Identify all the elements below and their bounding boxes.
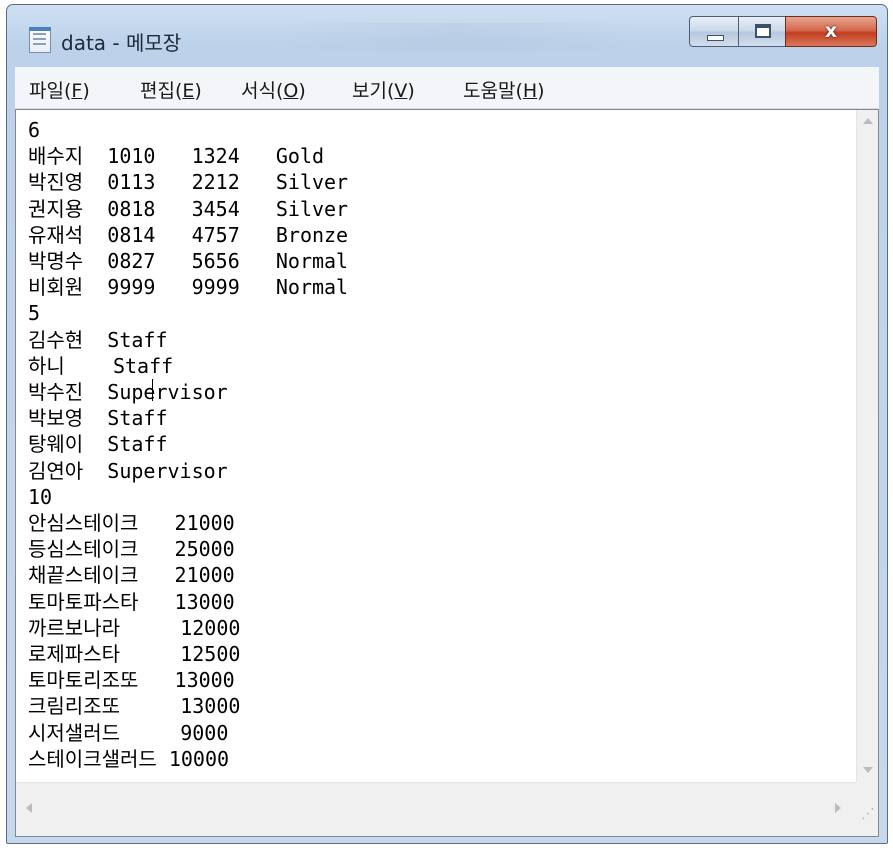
scroll-down-arrow-icon[interactable] [863,767,873,773]
close-icon: x [824,20,838,42]
menu-edit-accelerator: E [182,80,195,102]
minimize-button[interactable] [689,16,739,47]
text-caret [152,379,153,401]
menu-format-accelerator: O [283,80,299,102]
text-editor[interactable]: 6 배수지 1010 1324 Gold 박진영 0113 2212 Silve… [15,109,879,837]
scroll-up-arrow-icon[interactable] [863,118,873,124]
title-bar-glass [267,23,647,51]
resize-grip-icon[interactable] [856,782,878,836]
close-button[interactable]: x [785,16,877,47]
menu-view-label: 보기( [352,80,395,102]
menu-edit-label: 편집( [140,80,183,102]
menu-help-label: 도움말( [463,80,523,102]
title-bar[interactable]: data - 메모장 x [7,5,887,67]
menu-file-accelerator: F [71,80,83,102]
menu-bar: 파일(F) 편집(E) 서식(O) 보기(V) 도움말(H) [15,67,879,109]
scroll-left-arrow-icon[interactable] [26,803,32,813]
maximize-icon [755,24,771,38]
menu-format-close-paren: ) [298,80,306,102]
menu-help-close-paren: ) [537,80,545,102]
menu-format-label: 서식( [241,80,284,102]
notepad-window: data - 메모장 x 파일(F) 편집(E) 서식(O) 보기(V) 도움말… [6,4,888,844]
scroll-right-arrow-icon[interactable] [835,803,841,813]
maximize-button[interactable] [738,16,786,47]
menu-file-close-paren: ) [82,80,90,102]
menu-format[interactable]: 서식(O) [241,76,306,103]
menu-help[interactable]: 도움말(H) [463,76,545,103]
editor-content[interactable]: 6 배수지 1010 1324 Gold 박진영 0113 2212 Silve… [28,117,348,772]
window-title: data - 메모장 [61,31,182,55]
horizontal-scrollbar[interactable] [16,782,857,836]
menu-file-label: 파일( [29,80,72,102]
menu-view-accelerator: V [394,80,408,102]
vertical-scrollbar[interactable] [856,110,878,783]
menu-view-close-paren: ) [407,80,415,102]
menu-file[interactable]: 파일(F) [29,76,90,103]
menu-view[interactable]: 보기(V) [352,76,415,103]
minimize-icon [707,35,724,41]
notepad-icon[interactable] [29,27,51,53]
menu-edit[interactable]: 편집(E) [140,76,202,103]
menu-edit-close-paren: ) [194,80,202,102]
menu-help-accelerator: H [522,80,538,102]
